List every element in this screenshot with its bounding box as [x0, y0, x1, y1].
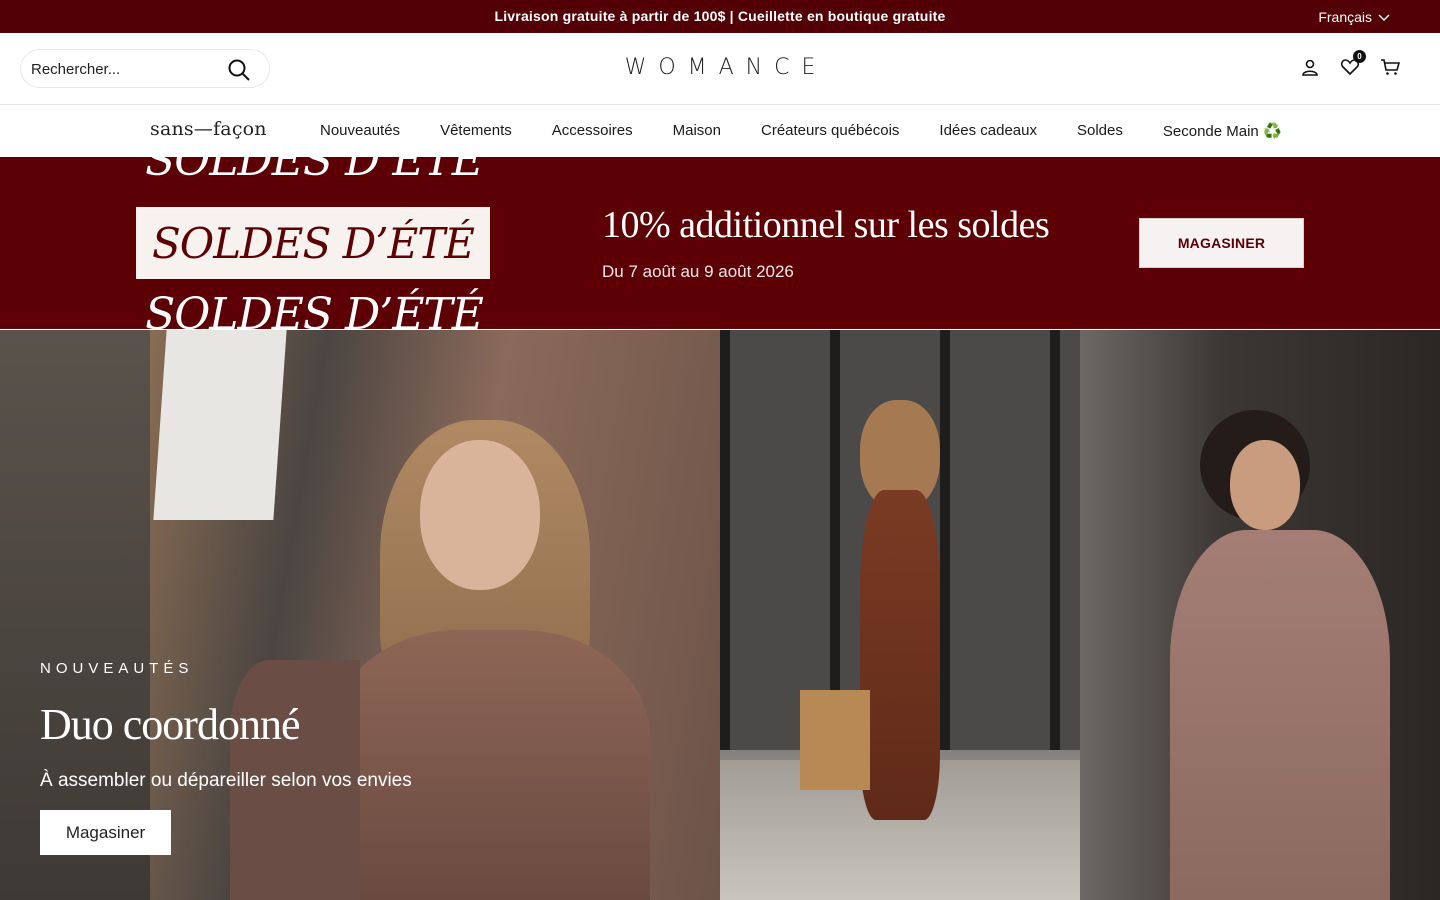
announcement-bar: Livraison gratuite à partir de 100$ | Cu… [0, 0, 1440, 33]
cart-icon[interactable] [1380, 57, 1401, 77]
sans-facon-logo[interactable]: sans—façon [150, 118, 267, 140]
shopping-bag-shape [800, 690, 870, 790]
hero-image-dress[interactable] [720, 330, 1080, 900]
nav-item-nouveautes[interactable]: Nouveautés [300, 122, 420, 140]
site-header: WOMANCE 0 [0, 33, 1440, 105]
model-face-shape [1230, 440, 1300, 530]
mailbox-shape [153, 330, 287, 520]
main-navigation: sans—façon Nouveautés Vêtements Accessoi… [0, 105, 1440, 157]
hero-eyebrow: NOUVEAUTÉS [40, 660, 194, 677]
hero-section: NOUVEAUTÉS Duo coordonné À assembler ou … [0, 330, 1440, 900]
nav-item-accessoires[interactable]: Accessoires [532, 122, 653, 140]
site-logo[interactable]: WOMANCE [0, 55, 1440, 80]
promo-title: 10% additionnel sur les soldes [602, 204, 1050, 246]
soldes-label-box: SOLDES D’ÉTÉ [136, 207, 490, 279]
soldes-label: SOLDES D’ÉTÉ [152, 219, 475, 268]
nav-item-maison[interactable]: Maison [653, 122, 741, 140]
blazer-shape [1170, 530, 1390, 900]
hero-subtitle: À assembler ou dépareiller selon vos env… [40, 770, 412, 791]
promo-shop-button[interactable]: MAGASINER [1139, 218, 1304, 268]
nav-item-seconde-main[interactable]: Seconde Main ♻️ [1143, 122, 1302, 140]
language-selector[interactable]: Français [1318, 9, 1390, 25]
nav-item-idees-cadeaux[interactable]: Idées cadeaux [919, 122, 1057, 140]
hero-image-blazer[interactable] [1080, 330, 1440, 900]
hero-caption: NOUVEAUTÉS Duo coordonné À assembler ou … [40, 660, 412, 855]
chevron-down-icon [1378, 14, 1390, 22]
wishlist-count-badge: 0 [1353, 50, 1366, 63]
header-actions: 0 [1300, 50, 1401, 77]
nav-item-soldes[interactable]: Soldes [1057, 122, 1143, 140]
soldes-ghost-top: SOLDES D’ÉTÉ [145, 157, 484, 186]
announcement-text: Livraison gratuite à partir de 100$ | Cu… [494, 8, 946, 24]
woman-face-shape [420, 440, 540, 590]
soldes-graphic: SOLDES D’ÉTÉ SOLDES D’ÉTÉ SOLDES D’ÉTÉ [136, 157, 490, 329]
dress-shape [860, 490, 940, 820]
promo-banner[interactable]: SOLDES D’ÉTÉ SOLDES D’ÉTÉ SOLDES D’ÉTÉ 1… [0, 157, 1440, 329]
language-label: Français [1318, 9, 1372, 25]
promo-dates: Du 7 août au 9 août 2026 [602, 262, 794, 281]
nav-item-vetements[interactable]: Vêtements [420, 122, 532, 140]
soldes-ghost-bottom: SOLDES D’ÉTÉ [145, 289, 484, 329]
nav-item-createurs-quebecois[interactable]: Créateurs québécois [741, 122, 919, 140]
nav-menu: Nouveautés Vêtements Accessoires Maison … [300, 122, 1302, 140]
hero-title: Duo coordonné [40, 700, 300, 749]
wishlist-icon[interactable]: 0 [1340, 50, 1366, 77]
account-icon[interactable] [1300, 57, 1320, 77]
hero-shop-button[interactable]: Magasiner [40, 810, 171, 855]
